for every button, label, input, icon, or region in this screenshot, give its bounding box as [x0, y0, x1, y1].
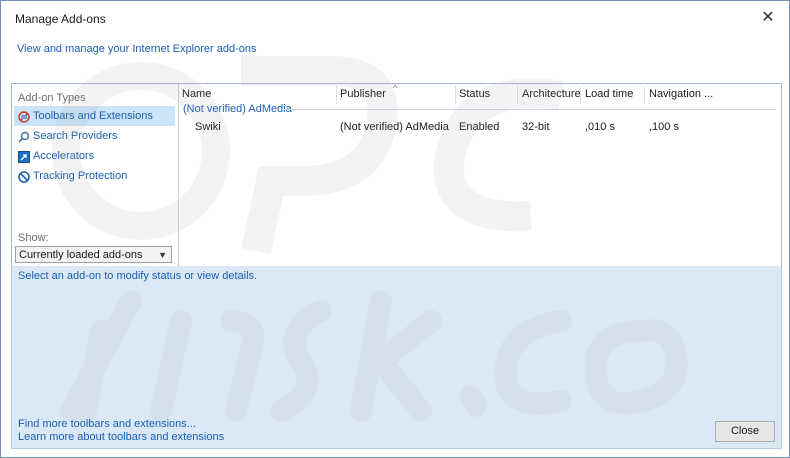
cell-architecture: 32-bit — [522, 121, 550, 133]
sidebar-item-label: Search Providers — [33, 130, 118, 142]
addon-types-list: Toolbars and Extensions Search Providers… — [14, 106, 175, 186]
show-dropdown-value: Currently loaded add-ons — [19, 249, 143, 261]
sidebar-item-toolbars-extensions[interactable]: Toolbars and Extensions — [14, 106, 175, 126]
sort-ascending-icon: ^ — [393, 83, 398, 93]
sidebar-item-label: Toolbars and Extensions — [33, 110, 153, 122]
cell-status: Enabled — [459, 121, 500, 133]
toolbar-extensions-icon — [18, 110, 30, 123]
block-icon — [18, 170, 30, 183]
group-divider — [284, 109, 776, 110]
cell-name: Swiki — [195, 121, 221, 133]
details-message: Select an add-on to modify status or vie… — [18, 270, 258, 282]
manage-addons-window: Manage Add-ons ✕ View and manage your In… — [0, 0, 790, 458]
show-label: Show: — [18, 232, 49, 244]
main-panel: Add-on Types Toolbars and Extensions Sea… — [11, 83, 782, 268]
column-divider[interactable] — [336, 86, 337, 104]
sidebar-item-label: Accelerators — [33, 150, 95, 162]
sidebar-item-tracking-protection[interactable]: Tracking Protection — [14, 166, 175, 186]
sidebar: Add-on Types Toolbars and Extensions Sea… — [12, 84, 179, 267]
addon-types-heading: Add-on Types — [18, 92, 86, 104]
cell-navigation: ,100 s — [649, 121, 679, 133]
column-divider[interactable] — [517, 86, 518, 104]
sidebar-item-label: Tracking Protection — [33, 170, 128, 182]
close-icon[interactable]: ✕ — [757, 7, 779, 29]
close-button[interactable]: Close — [715, 421, 775, 442]
column-header-status[interactable]: Status — [459, 88, 490, 100]
find-more-link[interactable]: Find more toolbars and extensions... — [18, 418, 196, 430]
sidebar-item-accelerators[interactable]: Accelerators — [14, 146, 175, 166]
cell-publisher: (Not verified) AdMedia — [340, 121, 449, 133]
accelerator-icon — [18, 150, 30, 163]
column-divider[interactable] — [455, 86, 456, 104]
window-subtitle: View and manage your Internet Explorer a… — [17, 43, 257, 55]
column-header-publisher[interactable]: Publisher — [340, 88, 386, 100]
addons-list: Name ^ Publisher Status Architecture Loa… — [179, 83, 781, 267]
details-pane: Select an add-on to modify status or vie… — [11, 266, 782, 449]
publisher-group-header: (Not verified) AdMedia — [183, 103, 292, 115]
column-header-navigation[interactable]: Navigation ... — [649, 88, 713, 100]
learn-more-link[interactable]: Learn more about toolbars and extensions — [18, 431, 224, 443]
column-header-load-time[interactable]: Load time — [585, 88, 633, 100]
title-bar: Manage Add-ons ✕ — [1, 1, 789, 35]
column-divider[interactable] — [644, 86, 645, 104]
column-header-architecture[interactable]: Architecture — [522, 88, 581, 100]
column-header-name[interactable]: Name — [182, 88, 211, 100]
chevron-down-icon: ▼ — [158, 250, 167, 260]
show-dropdown[interactable]: Currently loaded add-ons ▼ — [15, 246, 172, 263]
cell-load-time: ,010 s — [585, 121, 615, 133]
sidebar-item-search-providers[interactable]: Search Providers — [14, 126, 175, 146]
search-icon — [18, 130, 30, 143]
window-title: Manage Add-ons — [15, 12, 106, 26]
column-divider[interactable] — [580, 86, 581, 104]
